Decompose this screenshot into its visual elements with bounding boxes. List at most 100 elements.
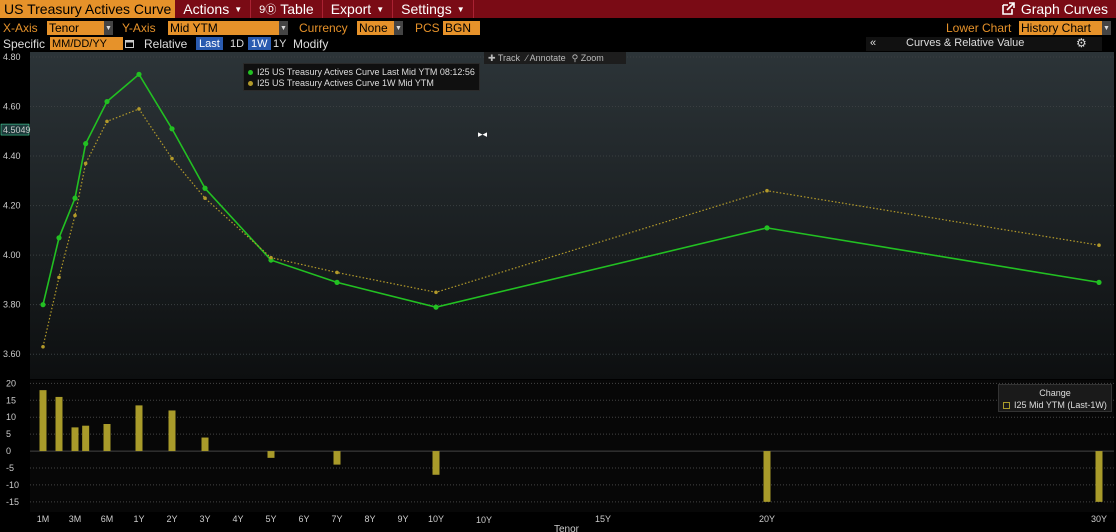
yaxis-value: Mid YTM (170, 21, 218, 35)
actions-menu[interactable]: Actions ▼ (175, 0, 252, 18)
zoom-button[interactable]: ⚲ Zoom (572, 53, 604, 64)
series-last-point (433, 304, 439, 310)
1y-button[interactable]: 1Y (270, 37, 289, 50)
y-tick-label: 3.80 (3, 300, 21, 310)
series-last-point (104, 98, 110, 105)
axis-controls: X-Axis Tenor ▼ Y-Axis Mid YTM ▼ Currency N… (0, 20, 1116, 36)
series-last-point (202, 185, 208, 191)
actions-label: Actions (183, 1, 230, 17)
plot-background (30, 52, 1114, 379)
relative-label: Relative (144, 37, 188, 51)
x-tick-label: 2Y (166, 514, 177, 524)
lower-chart-select[interactable]: History Chart ▼ (1019, 21, 1111, 35)
lower-y-tick-label: -15 (6, 497, 19, 507)
y-tick-label: 4.80 (3, 52, 21, 62)
lower-y-tick-label: -10 (6, 480, 19, 490)
series-week-point (137, 107, 141, 111)
x-tick-label: 10Y (428, 514, 444, 524)
zoom-label: Zoom (580, 52, 604, 63)
yaxis-label: Y-Axis (122, 21, 156, 35)
series-last-point (56, 235, 62, 241)
x-tick-label: 3Y (199, 514, 210, 524)
date-input[interactable]: MM/DD/YY (50, 37, 123, 50)
change-bar (71, 427, 79, 452)
lower-y-tick-label: -5 (6, 463, 14, 473)
legend-item-week: I25 US Treasury Actives Curve 1W Mid YTM (248, 78, 434, 88)
x-tick-label: 5Y (265, 514, 276, 524)
lower-plot-background (30, 380, 1114, 512)
export-menu[interactable]: Export ▼ (323, 0, 394, 18)
lower-y-tick-label: 0 (6, 446, 11, 456)
series-week-point (41, 344, 45, 349)
series-last-point (72, 195, 78, 201)
change-bar (333, 451, 341, 465)
series-week-point (105, 119, 109, 124)
gear-icon[interactable]: ⚙ (1076, 36, 1087, 50)
external-link-icon (1002, 2, 1015, 15)
yield-curve-chart[interactable]: 3.60 3.80 4.00 4.20 4.40 4.60 4.80 4.5049 ▸◂ (0, 52, 1116, 379)
last-button[interactable]: Last (196, 37, 223, 50)
xaxis-select[interactable]: Tenor ▼ (47, 21, 113, 35)
currency-value: None (359, 21, 388, 35)
lower-legend-label: I25 Mid YTM (Last-1W) (1014, 400, 1107, 410)
table-label: Table (280, 1, 314, 17)
lower-y-tick-label: 5 (6, 429, 11, 439)
change-bar (1095, 451, 1103, 502)
y-tick-label: 4.20 (3, 201, 21, 211)
caret-down-icon: ▼ (234, 4, 243, 14)
x-tick-label: 30Y (1091, 514, 1107, 524)
chevron-down-icon: ▼ (1102, 21, 1111, 35)
series-last-point (169, 126, 175, 132)
upper-legend: I25 US Treasury Actives Curve Last Mid Y… (243, 63, 480, 91)
date-placeholder: MM/DD/YY (52, 37, 107, 50)
track-label: Track (497, 52, 521, 63)
x-tick-label: 1Y (133, 514, 144, 524)
y-tick-label: 4.00 (3, 250, 21, 260)
yaxis-select[interactable]: Mid YTM ▼ (168, 21, 288, 35)
lower-chart-label: Lower Chart (946, 21, 1012, 35)
y-tick-label: 4.40 (3, 151, 21, 161)
green-dot-icon (248, 69, 253, 75)
modify-button[interactable]: Modify (293, 37, 328, 51)
bar-swatch-icon (1003, 401, 1010, 409)
x-crosshair-label: 10Y (476, 515, 492, 525)
curves-rv-panel-header: « Curves & Relative Value ⚙ (866, 36, 1102, 51)
series-week-point (57, 275, 61, 280)
annotate-label: Annotate (529, 53, 566, 63)
current-value-label: 4.5049 (3, 125, 31, 135)
graph-curves-button[interactable]: Graph Curves (1001, 0, 1108, 18)
table-menu[interactable]: 9Ⓓ Table (251, 0, 323, 18)
pcs-input[interactable]: BGN (443, 21, 480, 35)
xaxis-label: X-Axis (3, 21, 38, 35)
lower-legend-title: Change (1039, 388, 1071, 398)
x-tick-label: 15Y (595, 514, 611, 524)
chevron-down-icon: ▼ (279, 21, 288, 35)
x-tick-label: 6Y (298, 514, 309, 524)
settings-menu[interactable]: Settings ▼ (393, 0, 474, 18)
currency-select[interactable]: None ▼ (357, 21, 403, 35)
series-last-point (334, 279, 340, 285)
change-bar-chart[interactable]: 20 15 10 5 0 -5 -10 -15 1M 3M 6M 1Y 2Y 3Y 4Y 5Y 6Y 7Y 8Y 9Y… (0, 380, 1116, 532)
series-week-point (203, 196, 207, 200)
collapse-icon[interactable]: « (870, 37, 876, 49)
curves-rv-title: Curves & Relative Value (906, 37, 1025, 49)
currency-label: Currency (299, 21, 348, 35)
series-week-point (83, 161, 88, 166)
x-tick-label: 6M (101, 514, 114, 524)
calendar-icon[interactable] (125, 39, 134, 48)
annotate-button[interactable]: ∕ Annotate (526, 53, 566, 63)
settings-label: Settings (401, 1, 452, 17)
x-tick-label: 8Y (364, 514, 375, 524)
export-label: Export (330, 1, 372, 17)
series-week-point (1097, 243, 1101, 248)
1d-button[interactable]: 1D (227, 37, 247, 50)
gold-dot-icon (248, 80, 253, 86)
track-button[interactable]: ✚ Track (488, 53, 520, 64)
lower-y-tick-label: 10 (6, 412, 16, 422)
legend-week-label: I25 US Treasury Actives Curve 1W Mid YTM (257, 78, 434, 88)
series-last-point (1096, 279, 1102, 285)
change-bar (267, 451, 275, 458)
change-bar (201, 437, 209, 452)
xaxis-title: Tenor (554, 524, 580, 532)
1w-button[interactable]: 1W (248, 37, 271, 50)
